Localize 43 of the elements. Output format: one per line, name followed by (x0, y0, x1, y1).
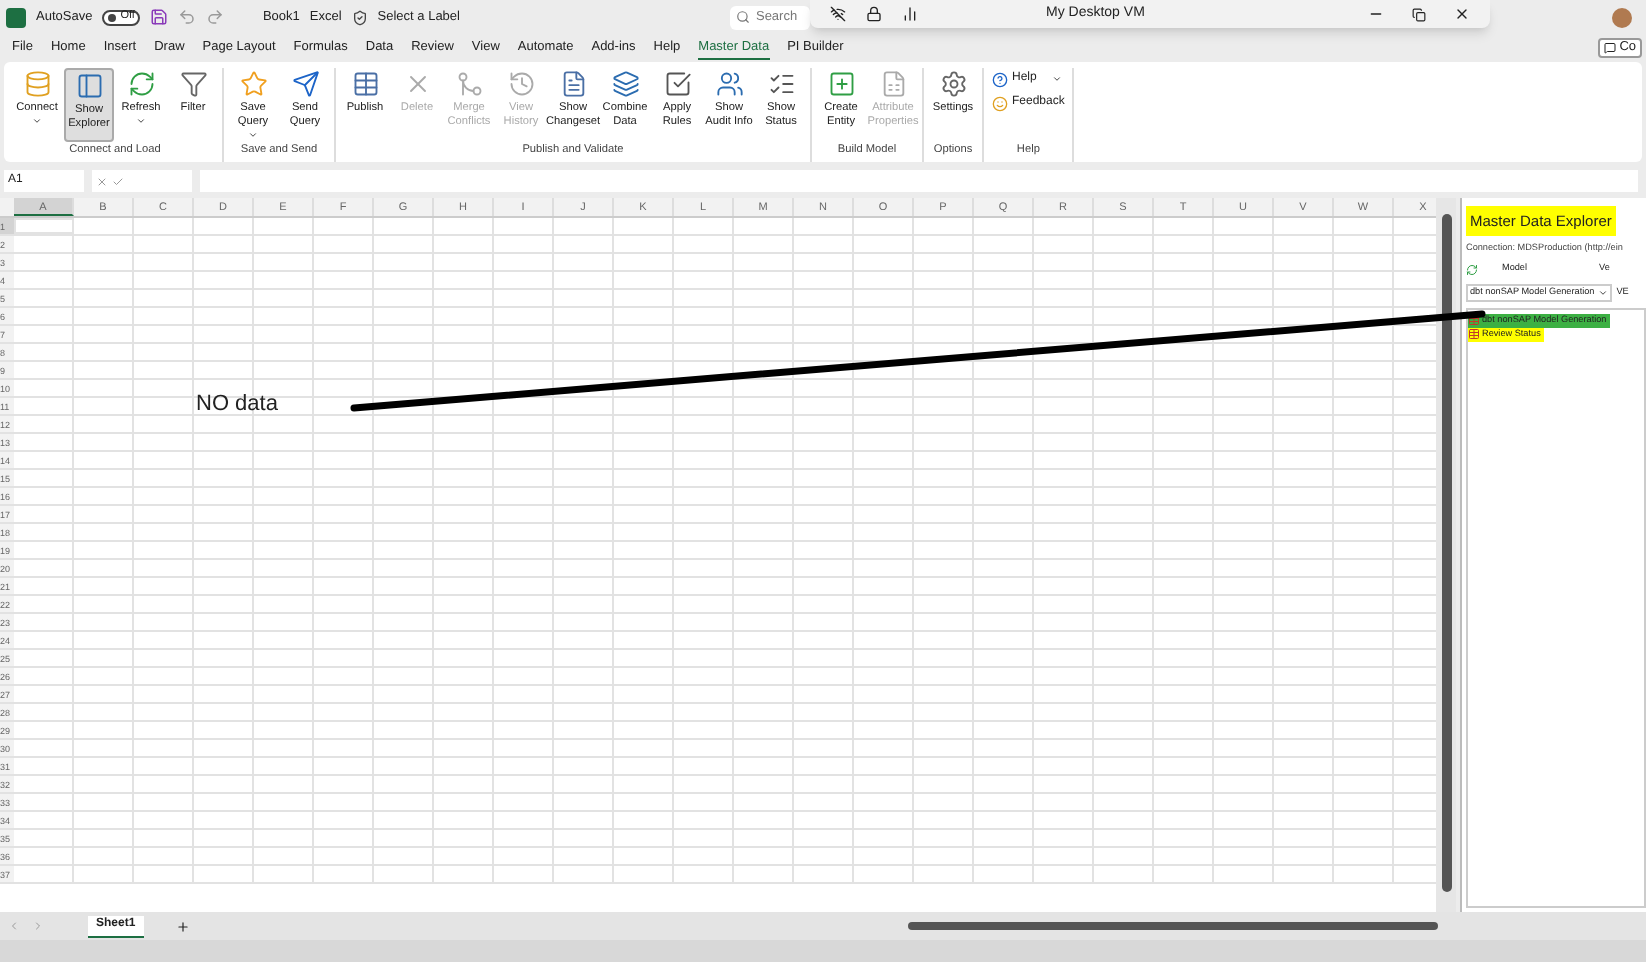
check-icon[interactable] (112, 175, 124, 187)
help-icon (992, 71, 1008, 87)
undo-icon[interactable] (178, 8, 197, 26)
table-plus-icon (827, 70, 855, 98)
database-icon (23, 70, 51, 98)
merge-icon (455, 70, 483, 98)
wifi-off-icon (830, 6, 846, 22)
cancel-icon[interactable] (96, 175, 108, 187)
signal-icon (902, 6, 918, 22)
add-sheet-icon[interactable] (175, 919, 190, 933)
active-cell[interactable] (14, 218, 74, 234)
caret-icon (1598, 287, 1609, 298)
panel-icon (75, 72, 103, 100)
users-icon (715, 70, 743, 98)
refresh-icon (127, 70, 155, 98)
avatar (1612, 7, 1632, 27)
refresh-icon[interactable] (1466, 263, 1478, 276)
lock-icon (866, 6, 882, 22)
sensitivity-icon (351, 9, 368, 25)
comment-icon (1603, 42, 1616, 54)
layers-icon (611, 70, 639, 98)
checkbox-icon (663, 70, 691, 98)
redo-icon[interactable] (206, 8, 225, 26)
vertical-scrollbar[interactable] (1436, 198, 1456, 912)
excel-logo-icon (6, 7, 26, 27)
settings-icon (939, 70, 967, 98)
table-icon (351, 70, 379, 98)
smiley-icon (992, 95, 1008, 111)
spreadsheet-icon (879, 70, 907, 98)
next-sheet-icon[interactable] (32, 920, 44, 932)
previous-sheet-icon[interactable] (8, 920, 20, 932)
history-icon (507, 70, 535, 98)
list-icon (767, 70, 795, 98)
restore-icon[interactable] (1412, 7, 1426, 21)
save-icon[interactable] (150, 8, 169, 26)
filter-icon (179, 70, 207, 98)
annotation-text: NO data (196, 390, 278, 420)
star-icon (239, 70, 267, 98)
send-icon (291, 70, 319, 98)
close-icon[interactable] (1454, 6, 1470, 22)
document-icon (559, 70, 587, 98)
horizontal-scrollbar[interactable] (908, 922, 1438, 930)
search-icon (735, 10, 750, 24)
